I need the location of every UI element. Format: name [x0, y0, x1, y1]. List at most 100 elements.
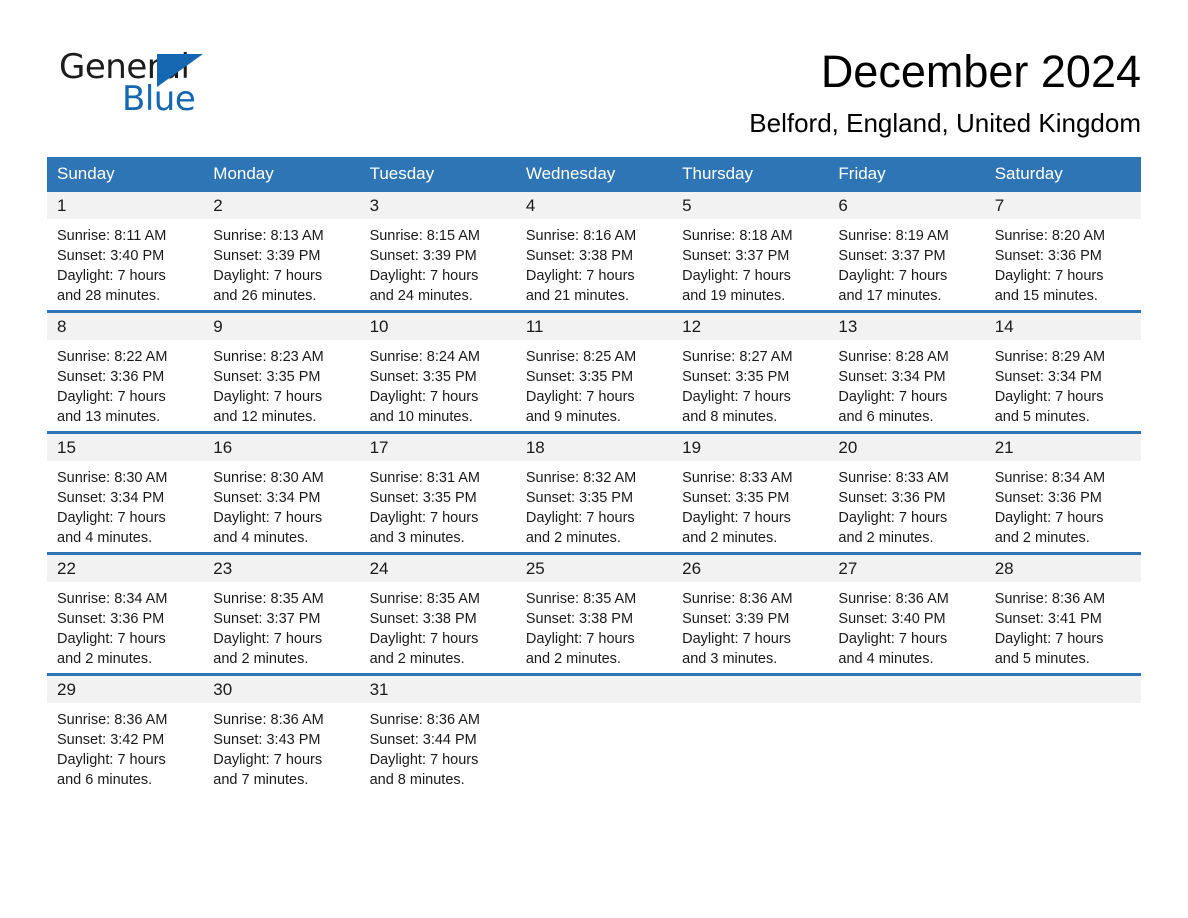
sunset-time: Sunset: 3:42 PM [57, 731, 165, 748]
daylight-duration-line1: Daylight: 7 hours [525, 388, 635, 405]
sunset-time: Sunset: 3:34 PM [213, 489, 321, 506]
day-details: Sunrise: 8:36 AM Sunset: 3:40 PM Daylight:… [828, 582, 984, 669]
sunrise-time: Sunrise: 8:33 AM [682, 469, 793, 486]
daylight-duration-line2: and 5 minutes. [994, 408, 1090, 425]
day-number: 19 [672, 433, 829, 461]
day-number: 14 [984, 312, 1141, 340]
daylight-duration-line1: Daylight: 7 hours [57, 267, 166, 284]
sunset-time: Sunset: 3:35 PM [369, 368, 477, 385]
calendar-day-cell[interactable]: 7 Sunrise: 8:20 AM Sunset: 3:36 PM Daylight… [984, 191, 1141, 312]
calendar-day-cell[interactable]: 13 Sunrise: 8:28 AM Sunset: 3:34 PM Dayligh… [828, 309, 985, 433]
day-details: Sunrise: 8:32 AM Sunset: 3:35 PM Daylight:… [516, 461, 672, 548]
sunset-time: Sunset: 3:44 PM [369, 731, 477, 748]
sunrise-time: Sunrise: 8:31 AM [369, 469, 480, 486]
day-number: 9 [203, 312, 360, 340]
sunrise-sunset-calendar: Sunday Monday Tuesday Wednesday Thursday… [47, 156, 1141, 794]
calendar-day-cell[interactable]: 6 Sunrise: 8:19 AM Sunset: 3:37 PM Daylight… [828, 191, 985, 312]
day-details: Sunrise: 8:24 AM Sunset: 3:35 PM Daylight:… [360, 340, 516, 427]
calendar-day-cell[interactable]: 16 Sunrise: 8:30 AM Sunset: 3:34 PM Dayligh… [203, 430, 360, 554]
calendar-day-cell[interactable]: 24 Sunrise: 8:35 AM Sunset: 3:38 PM Dayligh… [359, 551, 516, 675]
sunset-time: Sunset: 3:39 PM [682, 610, 790, 627]
day-cell-content: 22 Sunrise: 8:34 AM Sunset: 3:36 PM Dayligh… [47, 554, 204, 673]
daylight-duration-line1: Daylight: 7 hours [994, 267, 1104, 284]
calendar-day-cell[interactable]: 9 Sunrise: 8:23 AM Sunset: 3:35 PM Daylight… [203, 309, 360, 433]
calendar-day-cell[interactable]: 15 Sunrise: 8:30 AM Sunset: 3:34 PM Dayligh… [47, 430, 204, 554]
calendar-day-cell [984, 672, 1141, 794]
calendar-day-cell[interactable]: 25 Sunrise: 8:35 AM Sunset: 3:38 PM Dayligh… [515, 551, 673, 675]
day-number: 12 [672, 312, 829, 340]
daylight-duration-line2: and 15 minutes. [994, 287, 1098, 304]
sunset-time: Sunset: 3:40 PM [57, 247, 165, 264]
day-details: Sunrise: 8:33 AM Sunset: 3:35 PM Daylight:… [672, 461, 828, 548]
daylight-duration-line2: and 2 minutes. [682, 529, 778, 546]
calendar-day-cell[interactable]: 8 Sunrise: 8:22 AM Sunset: 3:36 PM Daylight… [47, 309, 204, 433]
day-number: 18 [515, 433, 673, 461]
day-number: 29 [47, 675, 204, 703]
daylight-duration-line2: and 4 minutes. [838, 650, 934, 667]
calendar-day-cell[interactable]: 30 Sunrise: 8:36 AM Sunset: 3:43 PM Dayligh… [203, 672, 360, 794]
sunrise-time: Sunrise: 8:34 AM [994, 469, 1106, 486]
calendar-day-cell[interactable]: 5 Sunrise: 8:18 AM Sunset: 3:37 PM Daylight… [672, 191, 829, 312]
day-number: 21 [984, 433, 1141, 461]
calendar-week-row: 22 Sunrise: 8:34 AM Sunset: 3:36 PM Dayligh… [47, 551, 1141, 675]
weekday-header-wednesday: Wednesday [515, 156, 673, 192]
day-number: 11 [515, 312, 673, 340]
calendar-day-cell[interactable]: 10 Sunrise: 8:24 AM Sunset: 3:35 PM Dayligh… [359, 309, 516, 433]
sunrise-time: Sunrise: 8:13 AM [213, 227, 324, 244]
daylight-duration-line1: Daylight: 7 hours [213, 267, 323, 284]
calendar-day-cell[interactable]: 14 Sunrise: 8:29 AM Sunset: 3:34 PM Dayligh… [984, 309, 1141, 433]
day-details: Sunrise: 8:27 AM Sunset: 3:35 PM Daylight:… [672, 340, 828, 427]
daylight-duration-line2: and 2 minutes. [994, 529, 1090, 546]
calendar-day-cell[interactable]: 20 Sunrise: 8:33 AM Sunset: 3:36 PM Dayligh… [828, 430, 985, 554]
daylight-duration-line2: and 2 minutes. [213, 650, 309, 667]
day-number: 31 [359, 675, 516, 703]
daylight-duration-line1: Daylight: 7 hours [994, 630, 1104, 647]
daylight-duration-line1: Daylight: 7 hours [213, 388, 323, 405]
calendar-day-cell[interactable]: 4 Sunrise: 8:16 AM Sunset: 3:38 PM Daylight… [515, 191, 673, 312]
sunrise-time: Sunrise: 8:35 AM [369, 590, 480, 607]
day-cell-content: 30 Sunrise: 8:36 AM Sunset: 3:43 PM Dayligh… [203, 675, 360, 794]
day-number: 25 [515, 554, 673, 582]
day-cell-content: 4 Sunrise: 8:16 AM Sunset: 3:38 PM Daylight… [515, 191, 673, 310]
daylight-duration-line1: Daylight: 7 hours [213, 509, 323, 526]
calendar-day-cell[interactable]: 17 Sunrise: 8:31 AM Sunset: 3:35 PM Dayligh… [359, 430, 516, 554]
day-details [828, 703, 984, 710]
daylight-duration-line2: and 3 minutes. [682, 650, 778, 667]
day-cell-content: 2 Sunrise: 8:13 AM Sunset: 3:39 PM Daylight… [203, 191, 360, 310]
day-details: Sunrise: 8:36 AM Sunset: 3:42 PM Daylight:… [47, 703, 203, 790]
calendar-day-cell[interactable]: 2 Sunrise: 8:13 AM Sunset: 3:39 PM Daylight… [203, 191, 360, 312]
day-number [672, 675, 829, 703]
calendar-day-cell [515, 672, 673, 794]
calendar-day-cell[interactable]: 3 Sunrise: 8:15 AM Sunset: 3:39 PM Daylight… [359, 191, 516, 312]
calendar-day-cell[interactable]: 28 Sunrise: 8:36 AM Sunset: 3:41 PM Dayligh… [984, 551, 1141, 675]
daylight-duration-line2: and 13 minutes. [57, 408, 161, 425]
daylight-duration-line2: and 28 minutes. [57, 287, 161, 304]
calendar-day-cell[interactable]: 21 Sunrise: 8:34 AM Sunset: 3:36 PM Dayligh… [984, 430, 1141, 554]
calendar-day-cell[interactable]: 19 Sunrise: 8:33 AM Sunset: 3:35 PM Dayligh… [672, 430, 829, 554]
calendar-day-cell[interactable]: 27 Sunrise: 8:36 AM Sunset: 3:40 PM Dayligh… [828, 551, 985, 675]
general-blue-logo[interactable]: General Blue [47, 46, 262, 118]
calendar-day-cell[interactable]: 11 Sunrise: 8:25 AM Sunset: 3:35 PM Dayligh… [515, 309, 673, 433]
day-number: 8 [47, 312, 204, 340]
daylight-duration-line2: and 2 minutes. [57, 650, 153, 667]
calendar-head: Sunday Monday Tuesday Wednesday Thursday… [47, 156, 1141, 192]
calendar-day-cell[interactable]: 22 Sunrise: 8:34 AM Sunset: 3:36 PM Dayligh… [47, 551, 204, 675]
day-number: 23 [203, 554, 360, 582]
calendar-day-cell[interactable]: 26 Sunrise: 8:36 AM Sunset: 3:39 PM Dayligh… [672, 551, 829, 675]
sunset-time: Sunset: 3:36 PM [57, 610, 165, 627]
day-cell-content: 9 Sunrise: 8:23 AM Sunset: 3:35 PM Daylight… [203, 312, 360, 431]
daylight-duration-line2: and 17 minutes. [838, 287, 942, 304]
day-details: Sunrise: 8:25 AM Sunset: 3:35 PM Daylight:… [516, 340, 672, 427]
sunrise-time: Sunrise: 8:36 AM [213, 711, 324, 728]
calendar-day-cell[interactable]: 29 Sunrise: 8:36 AM Sunset: 3:42 PM Dayligh… [47, 672, 204, 794]
calendar-day-cell[interactable]: 23 Sunrise: 8:35 AM Sunset: 3:37 PM Dayligh… [203, 551, 360, 675]
sunset-time: Sunset: 3:35 PM [213, 368, 321, 385]
calendar-day-cell[interactable]: 18 Sunrise: 8:32 AM Sunset: 3:35 PM Dayligh… [515, 430, 673, 554]
day-details: Sunrise: 8:34 AM Sunset: 3:36 PM Daylight:… [985, 461, 1141, 548]
calendar-day-cell[interactable]: 12 Sunrise: 8:27 AM Sunset: 3:35 PM Dayligh… [672, 309, 829, 433]
day-details: Sunrise: 8:31 AM Sunset: 3:35 PM Daylight:… [360, 461, 516, 548]
page-header: General Blue December 2024 Belford, Engl… [47, 0, 1141, 138]
day-details [985, 703, 1141, 710]
calendar-day-cell[interactable]: 1 Sunrise: 8:11 AM Sunset: 3:40 PM Daylight… [47, 191, 204, 312]
calendar-day-cell[interactable]: 31 Sunrise: 8:36 AM Sunset: 3:44 PM Dayligh… [359, 672, 516, 794]
